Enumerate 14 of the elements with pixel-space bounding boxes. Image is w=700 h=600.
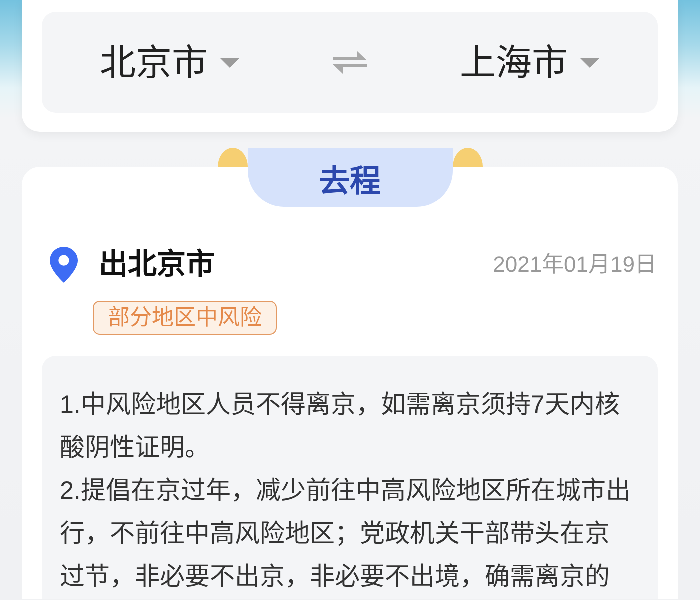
city-picker[interactable]: 上海市 <box>460 40 600 86</box>
notice-text: 1.中风险地区人员不得离京，如需离京须持7天内核酸阴性证明。 <box>60 390 621 464</box>
caret-icon <box>580 58 600 68</box>
caret-icon <box>220 58 240 68</box>
city-picker[interactable]: 北京市 <box>100 40 240 86</box>
swap-icon[interactable] <box>333 50 367 75</box>
semicircle-icon <box>452 148 482 167</box>
notice-text: 2.提倡在京过年，减少前往中高风险地区所在城市出行，不前往中高风险地区；党政机关干部带头在京过节，非必要不出京，非必要不出境，确需离京的 <box>60 476 632 593</box>
risk-badge: 部分地区中风险 <box>93 301 277 335</box>
place-title: 出北京市 <box>99 248 215 283</box>
direction-header: 去程 <box>248 148 452 207</box>
location-pin-icon <box>50 247 78 283</box>
semicircle-icon <box>218 148 248 167</box>
trip-date: 2021年01月19日 <box>493 251 657 279</box>
